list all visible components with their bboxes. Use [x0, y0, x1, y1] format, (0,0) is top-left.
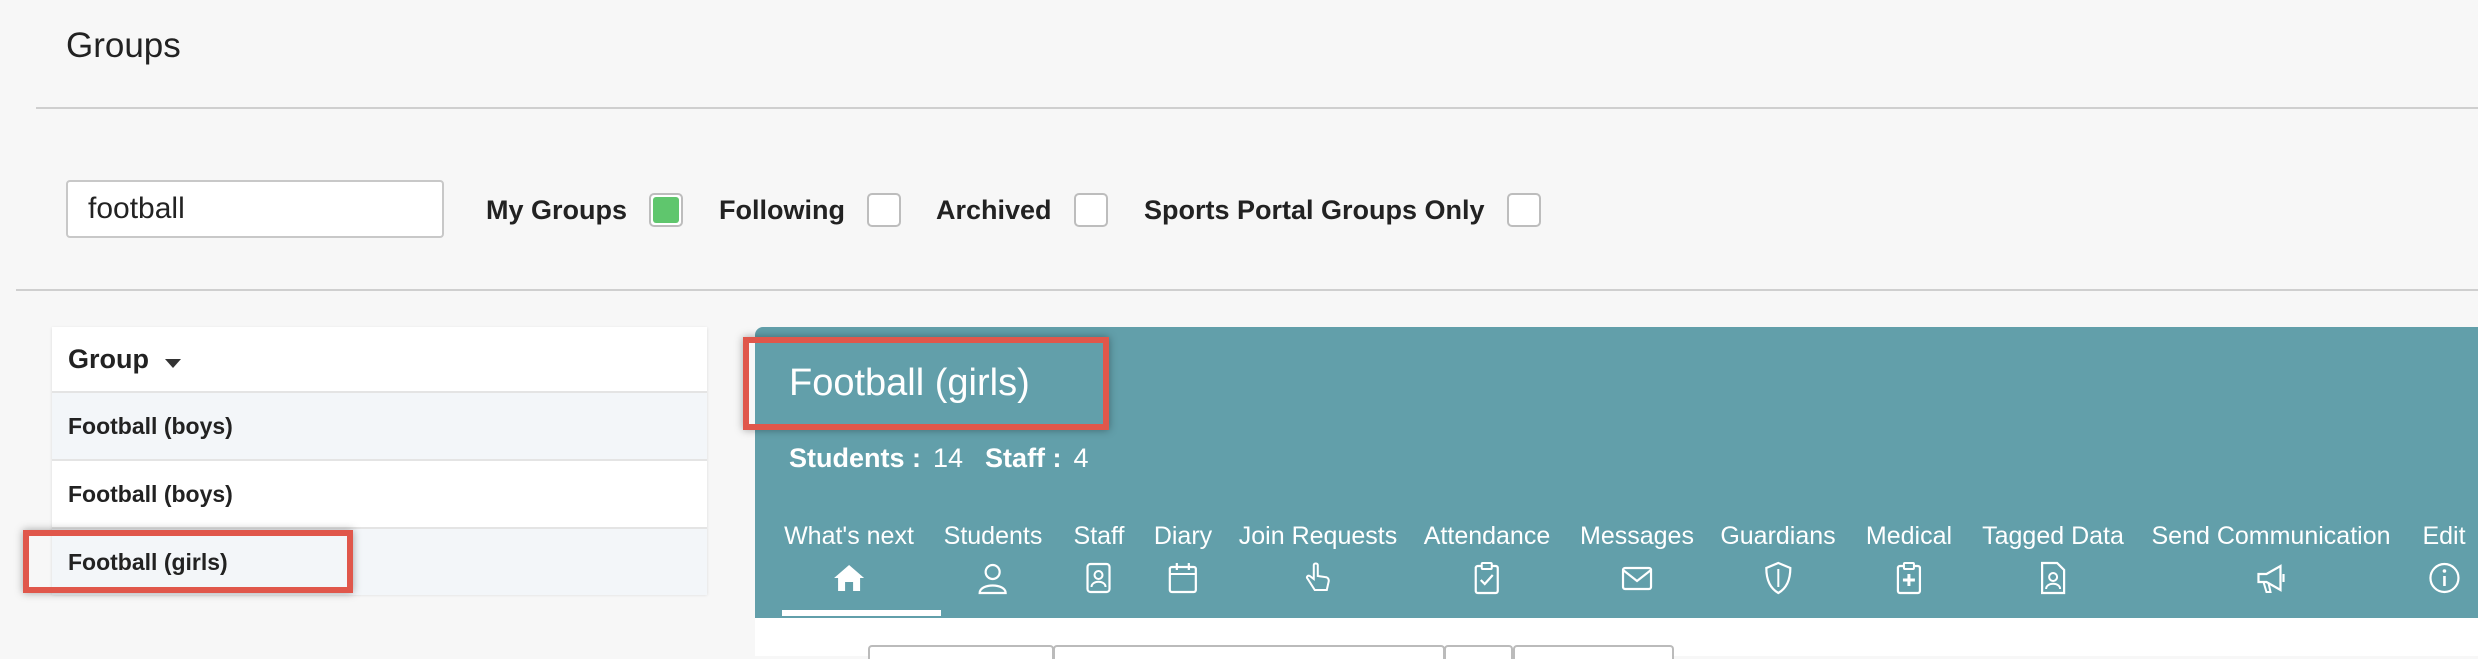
tab-label: Tagged Data	[1982, 522, 2124, 550]
group-column-header[interactable]: Group	[52, 327, 707, 393]
filter-my-groups[interactable]: My Groups	[486, 185, 684, 235]
megaphone-icon	[2256, 564, 2285, 593]
content-control[interactable]	[868, 645, 1054, 659]
filter-following-label: Following	[719, 194, 845, 225]
content-control[interactable]	[1513, 645, 1674, 659]
following-checkbox[interactable]	[866, 193, 901, 227]
sort-down-icon[interactable]	[165, 358, 181, 368]
tab-label: Staff	[1073, 522, 1125, 550]
tab-label: Students	[943, 522, 1043, 550]
my-groups-checkbox[interactable]	[649, 193, 684, 227]
highlight-annotation	[743, 337, 1109, 430]
tab-label: Guardians	[1720, 522, 1836, 550]
info-icon	[2428, 562, 2460, 594]
calendar-icon	[1168, 563, 1198, 594]
filter-sports-portal[interactable]: Sports Portal Groups Only	[1144, 185, 1541, 235]
group-header-label: Group	[68, 343, 149, 374]
home-icon	[833, 565, 864, 591]
staff-label: Staff :	[985, 443, 1062, 473]
filter-following[interactable]: Following	[719, 185, 901, 235]
archived-checkbox[interactable]	[1073, 193, 1108, 227]
group-row-label: Football (boys)	[68, 480, 233, 507]
tab-edit[interactable]: Edit	[2422, 522, 2466, 595]
tab-attendance[interactable]: Attendance	[1423, 522, 1551, 595]
students-label: Students :	[789, 443, 921, 473]
tab-label: Messages	[1580, 522, 1694, 550]
tab-staff[interactable]: Staff	[1073, 522, 1125, 595]
filter-archived[interactable]: Archived	[936, 185, 1108, 235]
active-tab-indicator	[782, 610, 941, 616]
tab-label: Diary	[1153, 522, 1213, 550]
tab-label: Edit	[2422, 522, 2466, 550]
tab-label: What's next	[784, 522, 914, 550]
tab-students[interactable]: Students	[943, 522, 1043, 595]
staff-badge-icon	[1086, 562, 1112, 594]
tab-messages[interactable]: Messages	[1580, 522, 1694, 595]
divider	[36, 107, 2478, 109]
tab-diary[interactable]: Diary	[1154, 522, 1212, 595]
staff-count: 4	[1073, 443, 1089, 473]
person-icon	[978, 563, 1008, 595]
group-row[interactable]: Football (boys)	[52, 393, 707, 461]
medical-clipboard-icon	[1896, 562, 1922, 595]
content-control[interactable]	[1444, 645, 1513, 659]
tab-tagged-data[interactable]: Tagged Data	[1982, 522, 2124, 595]
sports-portal-checkbox[interactable]	[1506, 193, 1541, 227]
filter-sports-portal-label: Sports Portal Groups Only	[1144, 194, 1485, 225]
search-input[interactable]	[66, 180, 444, 238]
tab-label: Attendance	[1423, 522, 1551, 550]
tab-label: Join Requests	[1238, 522, 1398, 550]
tab-join-requests[interactable]: Join Requests	[1239, 522, 1397, 595]
tagged-document-icon	[2040, 561, 2066, 595]
students-count: 14	[933, 443, 964, 473]
tab-label: Send Communication	[2151, 522, 2391, 550]
tab-medical[interactable]: Medical	[1866, 522, 1952, 595]
filter-archived-label: Archived	[936, 194, 1052, 225]
envelope-icon	[1621, 566, 1653, 591]
shield-icon	[1764, 561, 1792, 595]
highlight-annotation	[23, 530, 353, 593]
divider	[16, 289, 2478, 291]
page-title: Groups	[66, 26, 181, 65]
tab-send-communication[interactable]: Send Communication	[2151, 522, 2391, 595]
clipboard-check-icon	[1474, 562, 1500, 595]
group-stats: Students : 14 Staff : 4	[789, 443, 1111, 474]
hand-pointer-icon	[1306, 562, 1331, 591]
tab-label: Medical	[1865, 522, 1953, 550]
group-row[interactable]: Football (boys)	[52, 461, 707, 529]
filter-my-groups-label: My Groups	[486, 194, 628, 225]
tab-whats-next[interactable]: What's next	[784, 522, 914, 595]
content-control[interactable]	[1053, 645, 1445, 659]
tab-guardians[interactable]: Guardians	[1720, 522, 1836, 595]
group-row-label: Football (boys)	[68, 412, 233, 439]
